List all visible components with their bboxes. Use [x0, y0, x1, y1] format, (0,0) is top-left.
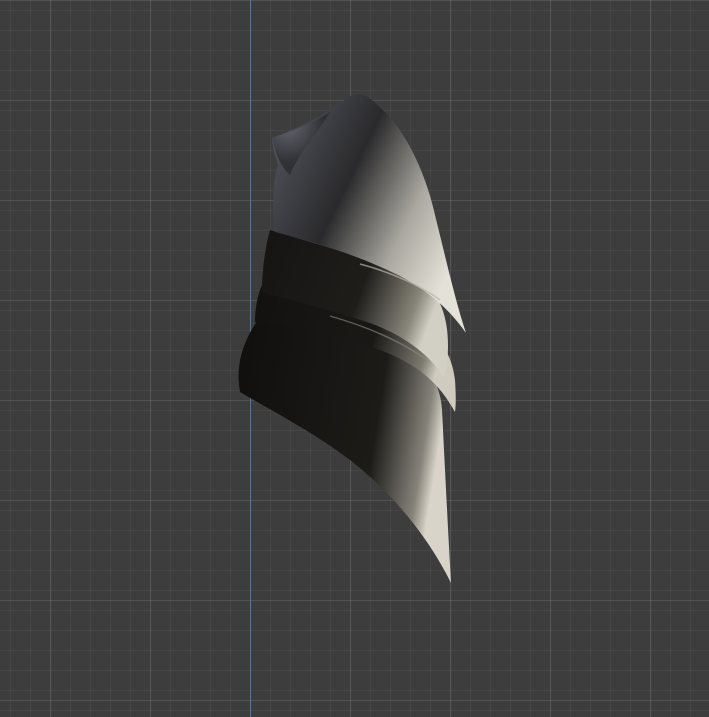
- 3d-viewport[interactable]: [0, 0, 709, 717]
- cape-mesh-model[interactable]: [0, 0, 709, 717]
